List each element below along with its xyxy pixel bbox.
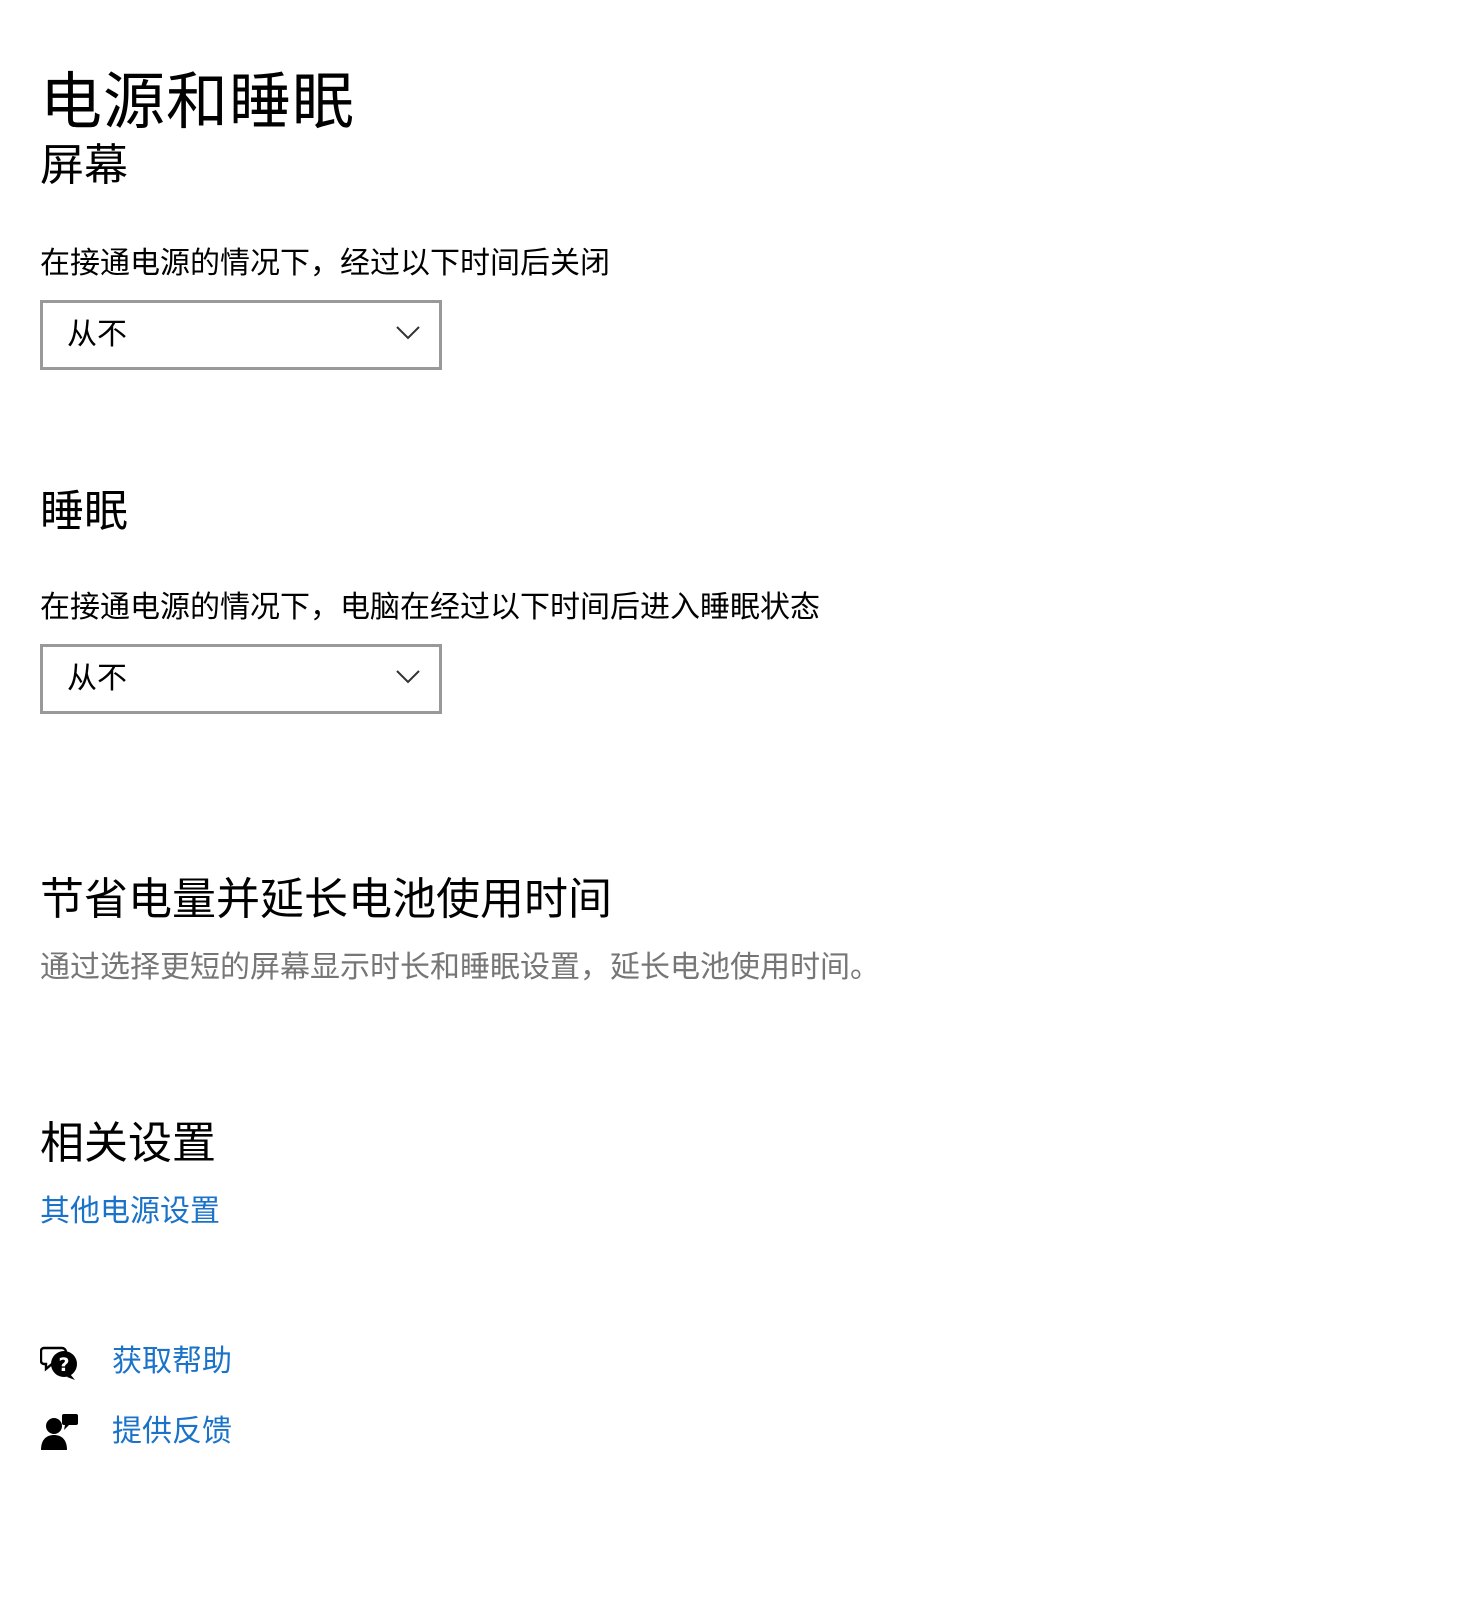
screen-section-heading: 屏幕 — [40, 140, 128, 191]
page-title: 电源和睡眠 — [40, 64, 356, 138]
sleep-timeout-label: 在接通电源的情况下，电脑在经过以下时间后进入睡眠状态 — [40, 590, 820, 625]
feedback-icon — [41, 1414, 78, 1450]
give-feedback-link[interactable]: 提供反馈 — [112, 1412, 232, 1452]
get-help-link[interactable]: 获取帮助 — [112, 1342, 232, 1382]
chevron-down-icon — [396, 326, 420, 340]
battery-description: 通过选择更短的屏幕显示时长和睡眠设置，延长电池使用时间。 — [40, 950, 880, 985]
sleep-section-heading: 睡眠 — [40, 486, 128, 537]
chevron-down-icon — [396, 670, 420, 684]
additional-power-settings-link[interactable]: 其他电源设置 — [40, 1192, 220, 1232]
battery-section-heading: 节省电量并延长电池使用时间 — [40, 874, 612, 925]
screen-timeout-value: 从不 — [67, 317, 127, 352]
svg-text:?: ? — [58, 1354, 69, 1376]
sleep-timeout-value: 从不 — [67, 661, 127, 696]
screen-timeout-dropdown[interactable]: 从不 — [40, 300, 442, 370]
related-settings-heading: 相关设置 — [40, 1118, 216, 1169]
screen-timeout-label: 在接通电源的情况下，经过以下时间后关闭 — [40, 246, 610, 281]
sleep-timeout-dropdown[interactable]: 从不 — [40, 644, 442, 714]
get-help-icon: ? — [40, 1346, 77, 1380]
